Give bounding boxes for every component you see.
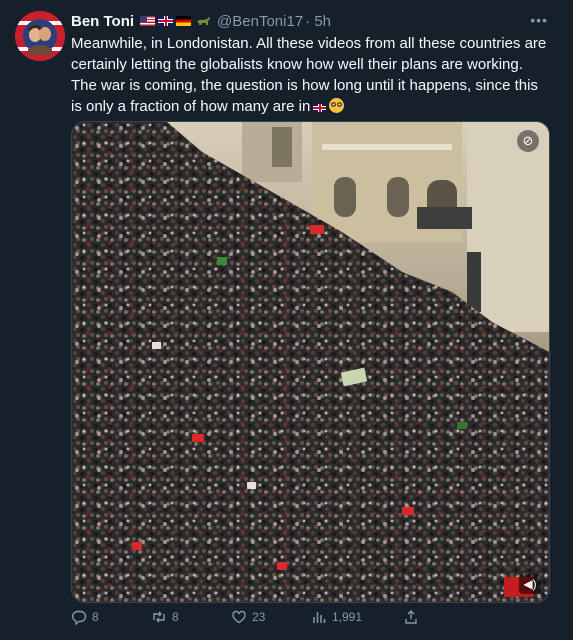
reply-count: 8 — [92, 610, 99, 624]
views-icon — [313, 612, 326, 623]
view-count: 1,991 — [332, 610, 363, 624]
tweet-text: Meanwhile, in Londonistan. All these vid… — [71, 33, 551, 117]
flushed-face-icon — [329, 98, 345, 113]
author-flags — [140, 16, 211, 27]
reply-icon — [72, 610, 87, 625]
author-name[interactable]: Ben Toni — [71, 13, 134, 30]
share-button[interactable] — [403, 609, 433, 625]
us-flag-icon — [140, 16, 156, 26]
tweet-time[interactable]: · 5h — [305, 13, 331, 30]
tweet-video[interactable]: ⊘ ◀) — [71, 121, 550, 603]
author-handle[interactable]: @BenToni17 — [217, 13, 303, 30]
repost-count: 8 — [172, 610, 179, 624]
germany-flag-icon — [176, 16, 192, 26]
repost-button[interactable]: 8 — [151, 609, 231, 625]
repost-icon — [153, 611, 165, 623]
share-icon — [405, 610, 417, 624]
reply-button[interactable]: 8 — [71, 609, 151, 625]
like-button[interactable]: 23 — [231, 609, 311, 625]
video-frame — [72, 122, 549, 602]
avatar[interactable] — [15, 11, 65, 61]
heart-icon — [232, 610, 246, 624]
animal-icon — [197, 16, 211, 25]
gif-badge-icon[interactable]: ⊘ — [517, 130, 539, 152]
tweet-actions: 8 8 23 1,991 — [71, 606, 551, 628]
volume-icon[interactable]: ◀) — [519, 574, 541, 594]
uk-flag-icon — [313, 104, 327, 112]
tweet-header: Ben Toni @BenToni17 · 5h — [71, 12, 331, 30]
uk-flag-icon — [158, 16, 174, 26]
tweet[interactable]: Ben Toni @BenToni17 · 5h ••• Meanwhile, … — [0, 0, 573, 640]
views-button[interactable]: 1,991 — [311, 609, 391, 625]
avatar-image — [15, 11, 65, 61]
more-options-icon[interactable]: ••• — [530, 13, 548, 27]
like-count: 23 — [252, 610, 266, 624]
tweet-text-content: Meanwhile, in Londonistan. All these vid… — [71, 35, 547, 115]
